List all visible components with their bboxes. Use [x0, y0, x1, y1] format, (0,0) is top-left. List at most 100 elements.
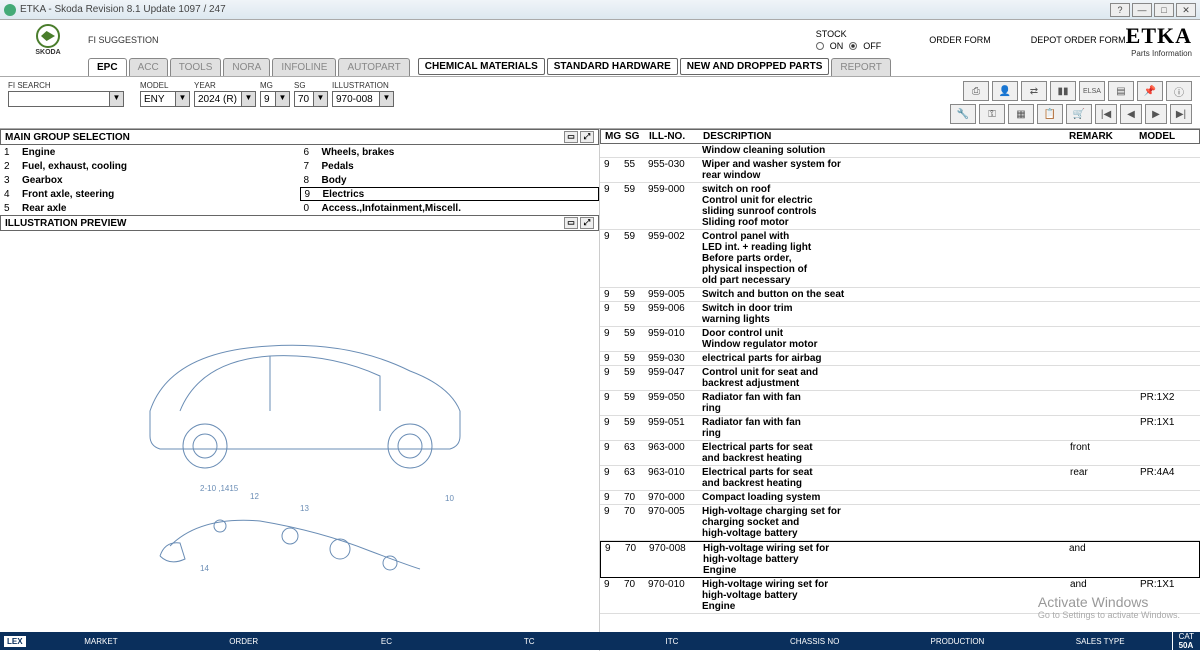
tab-nora[interactable]: NORA: [223, 58, 270, 76]
exchange-icon[interactable]: ⇄: [1021, 81, 1047, 101]
tab-tools[interactable]: TOOLS: [170, 58, 222, 76]
illustration-preview: 2-10 ,1415 10 12 13 14: [0, 231, 599, 651]
illustration-select[interactable]: ▼: [332, 91, 394, 107]
expand-icon[interactable]: ⤢: [580, 131, 594, 143]
parts-table-body[interactable]: Window cleaning solution955955-030Wiper …: [600, 144, 1200, 651]
info-icon[interactable]: ⓘ: [1166, 81, 1192, 101]
tab-chemical-materials[interactable]: CHEMICAL MATERIALS: [418, 58, 545, 75]
tab-autopart[interactable]: AUTOPART: [338, 58, 409, 76]
footer-itc: ITC: [601, 637, 744, 646]
wrench-icon[interactable]: 🔧: [950, 104, 976, 124]
group-row[interactable]: 6Wheels, brakes: [300, 145, 600, 159]
chevron-down-icon[interactable]: ▼: [109, 92, 123, 106]
part-row[interactable]: 959959-010Door control unitWindow regula…: [600, 327, 1200, 352]
minimize-button[interactable]: —: [1132, 3, 1152, 17]
chevron-down-icon[interactable]: ▼: [379, 92, 393, 106]
fi-suggestion-label: FI SUGGESTION: [88, 35, 816, 45]
maximize-button[interactable]: □: [1154, 3, 1174, 17]
cart-icon[interactable]: 🛒: [1066, 104, 1092, 124]
nav-prev-icon[interactable]: ◀: [1120, 104, 1142, 124]
brand-logo: SKODA: [8, 24, 88, 56]
part-row[interactable]: 963963-010Electrical parts for seatand b…: [600, 466, 1200, 491]
clipboard-icon[interactable]: 📋: [1037, 104, 1063, 124]
col-remark: REMARK: [1069, 131, 1139, 142]
collapse-icon[interactable]: ▭: [564, 217, 578, 229]
year-select[interactable]: ▼: [194, 91, 256, 107]
tab-standard-hardware[interactable]: STANDARD HARDWARE: [547, 58, 678, 75]
app-icon: [4, 4, 16, 16]
fi-search-input[interactable]: ▼: [8, 91, 124, 107]
part-row[interactable]: 970970-000Compact loading system: [600, 491, 1200, 505]
part-row[interactable]: 959959-030electrical parts for airbag: [600, 352, 1200, 366]
part-row[interactable]: 955955-030Wiper and washer system forrea…: [600, 158, 1200, 183]
svg-text:10: 10: [445, 494, 454, 503]
etka-logo: ETKA Parts Information: [1126, 23, 1192, 58]
footer-tc: TC: [458, 637, 601, 646]
footer-order: ORDER: [172, 637, 315, 646]
footer-ec: EC: [315, 637, 458, 646]
tab-report[interactable]: REPORT: [831, 58, 891, 76]
nav-last-icon[interactable]: ▶|: [1170, 104, 1192, 124]
barcode-icon[interactable]: ▮▮: [1050, 81, 1076, 101]
group-row[interactable]: 9Electrics: [300, 187, 600, 201]
svg-text:2-10 ,1415: 2-10 ,1415: [200, 484, 239, 493]
chevron-down-icon[interactable]: ▼: [175, 92, 189, 106]
expand-icon[interactable]: ⤢: [580, 217, 594, 229]
collapse-icon[interactable]: ▭: [564, 131, 578, 143]
nav-first-icon[interactable]: |◀: [1095, 104, 1117, 124]
document-icon[interactable]: ▤: [1108, 81, 1134, 101]
group-row[interactable]: 8Body: [300, 173, 600, 187]
main-tabs: EPC ACC TOOLS NORA INFOLINE AUTOPART CHE…: [8, 58, 1192, 76]
chevron-down-icon[interactable]: ▼: [241, 92, 255, 106]
print-icon[interactable]: ⎙: [963, 81, 989, 101]
part-row[interactable]: 959959-002Control panel withLED int. + r…: [600, 230, 1200, 288]
chevron-down-icon[interactable]: ▼: [275, 92, 289, 106]
grid-icon[interactable]: ▦: [1008, 104, 1034, 124]
help-button[interactable]: ?: [1110, 3, 1130, 17]
group-row[interactable]: 3Gearbox: [0, 173, 300, 187]
part-row[interactable]: Window cleaning solution: [600, 144, 1200, 158]
part-row[interactable]: 959959-047Control unit for seat andbackr…: [600, 366, 1200, 391]
part-row[interactable]: 970970-008High-voltage wiring set forhig…: [600, 541, 1200, 578]
illustration-preview-header: ILLUSTRATION PREVIEW ▭ ⤢: [0, 215, 599, 231]
mg-select[interactable]: ▼: [260, 91, 290, 107]
elsa-icon[interactable]: ELSA: [1079, 81, 1105, 101]
group-row[interactable]: 1Engine: [0, 145, 300, 159]
col-sg: SG: [625, 131, 649, 142]
part-row[interactable]: 959959-006Switch in door trimwarning lig…: [600, 302, 1200, 327]
tab-acc[interactable]: ACC: [129, 58, 168, 76]
stock-off-radio[interactable]: [849, 42, 857, 50]
group-row[interactable]: 2Fuel, exhaust, cooling: [0, 159, 300, 173]
model-label: MODEL: [140, 81, 190, 90]
brand-name: SKODA: [35, 49, 60, 56]
sg-select[interactable]: ▼: [294, 91, 328, 107]
group-row[interactable]: 7Pedals: [300, 159, 600, 173]
stock-on-label: ON: [830, 41, 844, 51]
tab-epc[interactable]: EPC: [88, 58, 127, 76]
tab-infoline[interactable]: INFOLINE: [272, 58, 336, 76]
col-model: MODEL: [1139, 131, 1199, 142]
fi-search-label: FI SEARCH: [8, 81, 124, 90]
model-select[interactable]: ▼: [140, 91, 190, 107]
part-row[interactable]: 959959-005Switch and button on the seat: [600, 288, 1200, 302]
mg-label: MG: [260, 81, 290, 90]
part-row[interactable]: 959959-050Radiator fan with fanringPR:1X…: [600, 391, 1200, 416]
tab-new-dropped-parts[interactable]: NEW AND DROPPED PARTS: [680, 58, 830, 75]
nav-next-icon[interactable]: ▶: [1145, 104, 1167, 124]
part-row[interactable]: 959959-000switch on roofControl unit for…: [600, 183, 1200, 230]
key-icon[interactable]: ⚿: [979, 104, 1005, 124]
user-icon[interactable]: 👤: [992, 81, 1018, 101]
group-row[interactable]: 0Access.,Infotainment,Miscell.: [300, 201, 600, 215]
col-description: DESCRIPTION: [703, 131, 1069, 142]
part-row[interactable]: 970970-005High-voltage charging set forc…: [600, 505, 1200, 541]
group-row[interactable]: 5Rear axle: [0, 201, 300, 215]
chevron-down-icon[interactable]: ▼: [313, 92, 327, 106]
group-row[interactable]: 4Front axle, steering: [0, 187, 300, 201]
part-row[interactable]: 963963-000Electrical parts for seatand b…: [600, 441, 1200, 466]
header-zone: SKODA FI SUGGESTION STOCK ON OFF ORDER F…: [0, 20, 1200, 77]
stock-on-radio[interactable]: [816, 42, 824, 50]
pin-icon[interactable]: 📌: [1137, 81, 1163, 101]
close-button[interactable]: ✕: [1176, 3, 1196, 17]
part-row[interactable]: 959959-051Radiator fan with fanringPR:1X…: [600, 416, 1200, 441]
sg-label: SG: [294, 81, 328, 90]
